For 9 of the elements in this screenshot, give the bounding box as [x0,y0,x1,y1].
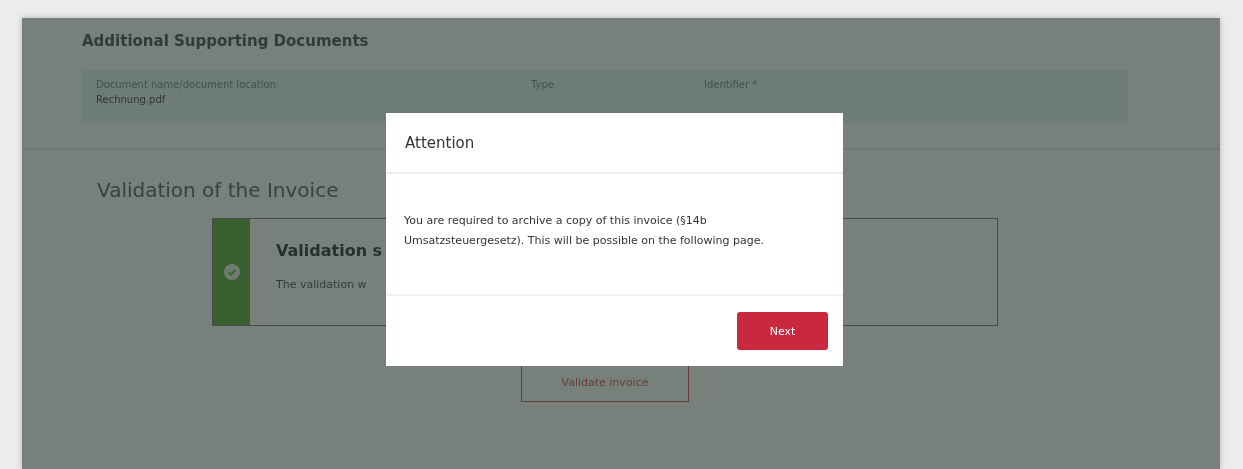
dialog-title: Attention [386,113,843,174]
result-title: Validation s [276,241,383,260]
next-button[interactable]: Next [737,312,828,350]
result-message: The validation w [276,278,368,291]
dialog-message: You are required to archive a copy of this invoice (§14b Umsatzsteuergesetz). This will be possible on the following page. [386,174,843,296]
section-title: Additional Supporting Documents [82,32,370,50]
section-title: Validation of the Invoice [97,178,340,202]
table-cell-text: Rechnung.pdf [96,94,167,105]
check-circle-icon [223,264,240,280]
